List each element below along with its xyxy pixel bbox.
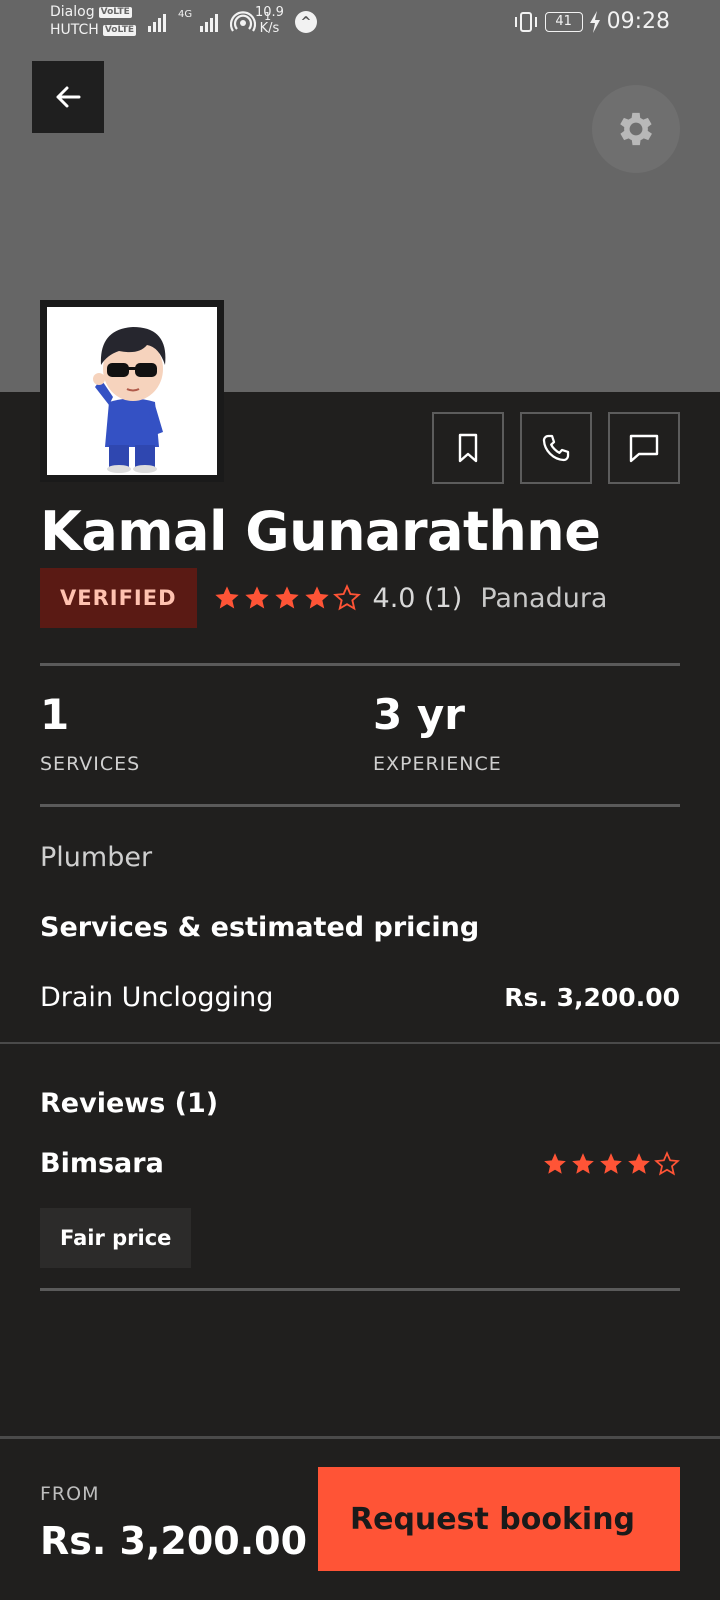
service-item: Drain Unclogging Rs. 3,200.00 [40, 982, 680, 1013]
net-speed: 10.9 K/s [255, 5, 284, 37]
rating-stars [213, 584, 361, 612]
review-stars [542, 1150, 680, 1177]
profile-meta: VERIFIED 4.0 (1) Panadura [40, 568, 607, 628]
service-name: Drain Unclogging [40, 982, 274, 1013]
star-icon [628, 1152, 650, 1174]
services-count: 1 [40, 690, 70, 739]
booking-footer: FROM Rs. 3,200.00 Request booking [0, 1436, 720, 1600]
category: Plumber [40, 842, 153, 873]
action-buttons [432, 412, 680, 484]
avatar [40, 300, 224, 482]
services-label: SERVICES [40, 753, 141, 775]
volte-badge: VoLTE [98, 6, 132, 18]
from-price: Rs. 3,200.00 [40, 1519, 308, 1563]
back-arrow-icon [56, 86, 81, 108]
signal-icon [200, 14, 219, 32]
star-icon [572, 1152, 594, 1174]
net-speed-unit: K/s [259, 21, 280, 36]
star-icon [600, 1152, 622, 1174]
phone-icon [542, 434, 570, 462]
reviews-title: Reviews (1) [40, 1088, 219, 1119]
battery-icon: 41 [544, 11, 583, 32]
star-icon [244, 586, 269, 609]
message-button[interactable] [608, 412, 680, 484]
carrier-1: Dialog [50, 4, 95, 20]
carrier-info: Dialog VoLTE HUTCH VoLTE [50, 3, 137, 39]
avatar-image [47, 307, 217, 475]
reviewer-name: Bimsara [40, 1148, 164, 1179]
bookmark-button[interactable] [432, 412, 504, 484]
volte-badge: VoLTE [102, 24, 137, 36]
star-icon [654, 1150, 680, 1176]
vibrate-icon [514, 11, 537, 32]
network-type: 4G [178, 9, 193, 20]
location: Panadura [480, 582, 608, 614]
divider [0, 1042, 720, 1044]
provider-name: Kamal Gunarathne [40, 500, 601, 563]
chat-icon [629, 434, 659, 463]
gear-icon [620, 112, 652, 146]
from-label: FROM [40, 1483, 100, 1505]
divider [40, 804, 680, 807]
back-button[interactable] [32, 61, 104, 133]
experience-label: EXPERIENCE [373, 753, 502, 775]
star-icon [332, 584, 361, 611]
request-booking-button[interactable]: Request booking [318, 1467, 680, 1571]
star-icon [274, 586, 299, 609]
carrier-2: HUTCH [50, 22, 99, 38]
rating-text: 4.0 (1) [372, 582, 463, 614]
review-tag: Fair price [40, 1208, 192, 1268]
settings-button[interactable] [592, 85, 680, 173]
star-icon [304, 586, 329, 609]
status-bar: Dialog VoLTE HUTCH VoLTE 4G 1 10.9 K/s ^ 4… [0, 0, 720, 50]
clock: 09:28 [606, 9, 670, 34]
star-icon [214, 586, 239, 609]
app-notification-icon: ^ [295, 11, 317, 33]
avatar-illustration [47, 307, 217, 475]
stat-services: 1 SERVICES [40, 690, 140, 775]
services-title: Services & estimated pricing [40, 912, 480, 943]
divider [40, 663, 680, 666]
star-icon [544, 1152, 566, 1174]
signal-icons: 4G 1 [148, 10, 271, 32]
stat-experience: 3 yr EXPERIENCE [373, 690, 502, 775]
service-price: Rs. 3,200.00 [504, 983, 680, 1012]
review-item: Bimsara [40, 1148, 680, 1179]
net-speed-value: 10.9 [255, 5, 284, 20]
verified-badge: VERIFIED [40, 568, 197, 628]
signal-icon [148, 14, 166, 32]
hotspot-icon [230, 11, 257, 32]
bookmark-icon [458, 433, 478, 463]
experience-value: 3 yr [373, 690, 465, 739]
charging-icon [589, 10, 600, 33]
status-right: 41 09:28 [513, 9, 670, 34]
divider [40, 1288, 680, 1291]
call-button[interactable] [520, 412, 592, 484]
